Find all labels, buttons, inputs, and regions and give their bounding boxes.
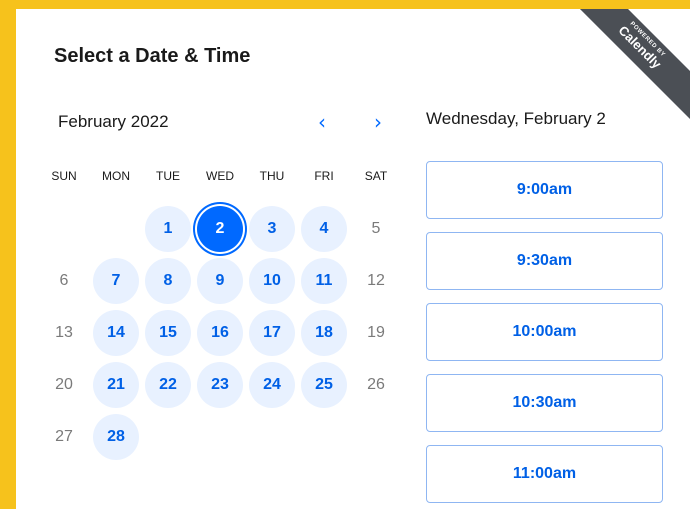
calendar-cell: 26 bbox=[350, 359, 402, 411]
next-month-button[interactable]: › bbox=[365, 109, 391, 135]
calendar-cell: 15 bbox=[142, 307, 194, 359]
powered-by-label: POWERED BY bbox=[628, 20, 667, 59]
time-slot-button[interactable]: 9:30am bbox=[426, 232, 663, 290]
calendar-cell: 7 bbox=[90, 255, 142, 307]
unavailable-day: 20 bbox=[55, 376, 73, 393]
selected-day[interactable]: 2 bbox=[197, 206, 243, 252]
available-day[interactable]: 24 bbox=[249, 362, 295, 408]
previous-month-button[interactable]: ‹ bbox=[309, 109, 335, 135]
calendar-cell: 21 bbox=[90, 359, 142, 411]
available-day[interactable]: 7 bbox=[93, 258, 139, 304]
calendar-cell: 10 bbox=[246, 255, 298, 307]
available-day[interactable]: 18 bbox=[301, 310, 347, 356]
weekday-fri: FRI bbox=[314, 169, 334, 183]
selected-date-heading: Wednesday, February 2 bbox=[426, 109, 606, 128]
calendar-cell: 13 bbox=[38, 307, 90, 359]
unavailable-day: 19 bbox=[367, 324, 385, 341]
time-slot-list: 9:00am 9:30am 10:00am 10:30am 11:00am bbox=[426, 161, 663, 509]
calendar-cell: 2 bbox=[194, 203, 246, 255]
calendar-cell: 3 bbox=[246, 203, 298, 255]
time-slot-button[interactable]: 10:00am bbox=[426, 303, 663, 361]
calendar-cell: 12 bbox=[350, 255, 402, 307]
calendar-cell: 22 bbox=[142, 359, 194, 411]
powered-by-ribbon[interactable]: POWERED BY Calendly bbox=[561, 9, 690, 126]
unavailable-day: 27 bbox=[55, 428, 73, 445]
weekday-thu: THU bbox=[259, 169, 285, 183]
available-day[interactable]: 8 bbox=[145, 258, 191, 304]
available-day[interactable]: 16 bbox=[197, 310, 243, 356]
calendar-cell bbox=[38, 203, 90, 255]
weekday-sat: SAT bbox=[364, 169, 388, 183]
calendar-cell: 25 bbox=[298, 359, 350, 411]
calendar-cell: 4 bbox=[298, 203, 350, 255]
calendar-grid: 1 2 3 4 5 6 7 8 9 10 11 12 13 14 15 16 17 18 19 20 21 22 23 24 2… bbox=[38, 203, 402, 463]
calendar-cell: 11 bbox=[298, 255, 350, 307]
weekday-mon: MON bbox=[102, 169, 130, 183]
calendar-cell: 20 bbox=[38, 359, 90, 411]
available-day[interactable]: 9 bbox=[197, 258, 243, 304]
scheduling-card: Select a Date & Time POWERED BY Calendly… bbox=[16, 9, 690, 509]
available-day[interactable]: 1 bbox=[145, 206, 191, 252]
available-day[interactable]: 4 bbox=[301, 206, 347, 252]
calendar-cell: 9 bbox=[194, 255, 246, 307]
time-slot-button[interactable]: 11:00am bbox=[426, 445, 663, 503]
available-day[interactable]: 21 bbox=[93, 362, 139, 408]
weekday-tue: TUE bbox=[156, 169, 180, 183]
calendar-cell: 28 bbox=[90, 411, 142, 463]
calendar-cell: 1 bbox=[142, 203, 194, 255]
time-slot-button[interactable]: 10:30am bbox=[426, 374, 663, 432]
unavailable-day: 26 bbox=[367, 376, 385, 393]
unavailable-day: 6 bbox=[59, 272, 69, 289]
unavailable-day: 13 bbox=[55, 324, 73, 341]
calendar-cell: 5 bbox=[350, 203, 402, 255]
weekday-wed: WED bbox=[206, 169, 234, 183]
available-day[interactable]: 3 bbox=[249, 206, 295, 252]
available-day[interactable]: 15 bbox=[145, 310, 191, 356]
calendar-cell: 23 bbox=[194, 359, 246, 411]
available-day[interactable]: 10 bbox=[249, 258, 295, 304]
unavailable-day: 12 bbox=[367, 272, 385, 289]
calendar-cell bbox=[90, 203, 142, 255]
month-label: February 2022 bbox=[58, 112, 169, 131]
available-day[interactable]: 23 bbox=[197, 362, 243, 408]
page-title: Select a Date & Time bbox=[54, 45, 251, 67]
available-day[interactable]: 22 bbox=[145, 362, 191, 408]
unavailable-day: 5 bbox=[371, 220, 381, 237]
available-day[interactable]: 17 bbox=[249, 310, 295, 356]
calendar-cell: 24 bbox=[246, 359, 298, 411]
available-day[interactable]: 14 bbox=[93, 310, 139, 356]
calendar-cell: 14 bbox=[90, 307, 142, 359]
calendar-cell: 16 bbox=[194, 307, 246, 359]
available-day[interactable]: 25 bbox=[301, 362, 347, 408]
time-slot-button[interactable]: 9:00am bbox=[426, 161, 663, 219]
calendar-cell: 6 bbox=[38, 255, 90, 307]
available-day[interactable]: 28 bbox=[93, 414, 139, 460]
calendar-cell: 18 bbox=[298, 307, 350, 359]
weekday-header: SUN MON TUE WED THU FRI SAT bbox=[38, 169, 402, 183]
available-day[interactable]: 11 bbox=[301, 258, 347, 304]
calendar-cell: 19 bbox=[350, 307, 402, 359]
calendar-cell: 27 bbox=[38, 411, 90, 463]
weekday-sun: SUN bbox=[51, 169, 77, 183]
calendar-cell: 8 bbox=[142, 255, 194, 307]
calendar-cell: 17 bbox=[246, 307, 298, 359]
